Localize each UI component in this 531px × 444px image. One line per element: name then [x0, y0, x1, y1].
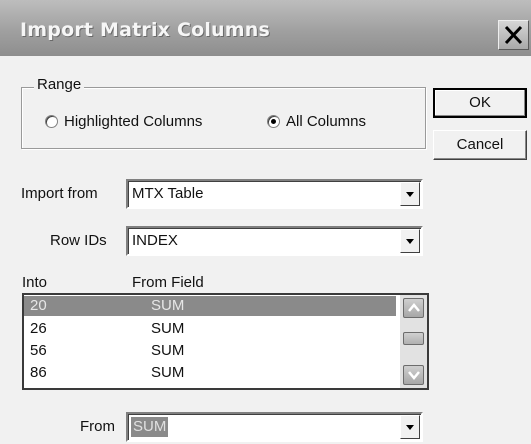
from-field-value: SUM	[131, 417, 169, 437]
column-mapping-list[interactable]: 20 SUM 26 SUM 56 SUM 86 SUM	[22, 293, 429, 390]
list-item-into: 20	[30, 297, 47, 314]
list-item-into: 56	[30, 342, 47, 359]
list-item[interactable]: 26 SUM	[24, 319, 396, 339]
scroll-down-arrow-icon	[408, 371, 420, 380]
list-item[interactable]: 86 SUM	[24, 363, 396, 383]
list-item-from: SUM	[151, 342, 185, 359]
list-item-from: SUM	[151, 297, 185, 314]
import-from-dropdown[interactable]: MTX Table	[126, 179, 423, 209]
row-ids-label: Row IDs	[50, 232, 107, 249]
scroll-up-arrow-icon	[408, 303, 420, 312]
from-label: From	[80, 418, 115, 435]
import-from-label: Import from	[21, 185, 98, 202]
title-bar: Import Matrix Columns	[0, 0, 531, 56]
chevron-down-icon[interactable]	[400, 229, 420, 253]
from-field-dropdown[interactable]: SUM	[126, 412, 423, 442]
column-header-into: Into	[22, 274, 48, 291]
list-item-from: SUM	[151, 364, 185, 381]
close-icon	[504, 25, 523, 45]
radio-label: All Columns	[286, 113, 367, 130]
row-ids-value: INDEX	[132, 232, 178, 249]
radio-label: Highlighted Columns	[64, 113, 203, 130]
ok-button[interactable]: OK	[433, 88, 527, 118]
list-scrollbar[interactable]	[400, 295, 427, 388]
close-button[interactable]	[498, 20, 529, 50]
radio-selected-icon	[267, 115, 280, 128]
radio-circle-icon	[45, 115, 58, 128]
scroll-down-button[interactable]	[403, 365, 424, 385]
radio-all-columns[interactable]: All Columns	[267, 113, 366, 130]
scrollbar-thumb[interactable]	[403, 332, 424, 345]
list-item-from: SUM	[151, 320, 185, 337]
range-group-label: Range	[34, 76, 85, 93]
chevron-down-icon[interactable]	[400, 415, 420, 439]
list-item-into: 26	[30, 320, 47, 337]
window-title: Import Matrix Columns	[20, 19, 271, 41]
import-from-value: MTX Table	[132, 185, 204, 202]
cancel-button[interactable]: Cancel	[433, 130, 527, 160]
list-item-into: 86	[30, 364, 47, 381]
row-ids-dropdown[interactable]: INDEX	[126, 226, 423, 256]
list-item[interactable]: 56 SUM	[24, 341, 396, 361]
list-item[interactable]: 20 SUM	[24, 296, 396, 316]
chevron-down-icon[interactable]	[400, 182, 420, 206]
column-header-from-field: From Field	[132, 274, 204, 291]
radio-highlighted-columns[interactable]: Highlighted Columns	[45, 113, 202, 130]
scroll-up-button[interactable]	[403, 298, 424, 318]
